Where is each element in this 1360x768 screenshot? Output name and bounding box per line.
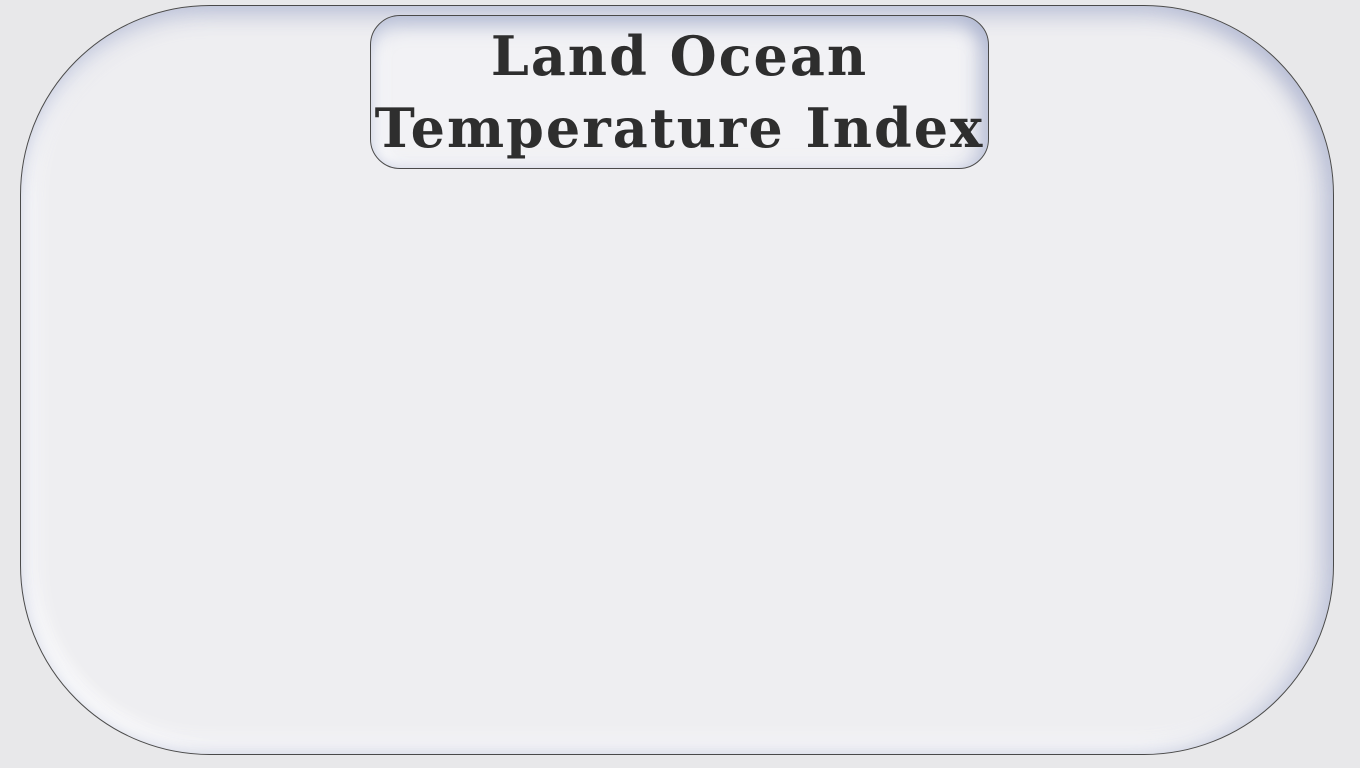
title-line-2: Temperature Index xyxy=(374,96,985,160)
title-line-1: Land Ocean xyxy=(490,24,869,88)
title-box: Land Ocean Temperature Index xyxy=(370,15,989,169)
stage: Land Ocean Temperature Index xyxy=(0,0,1360,768)
